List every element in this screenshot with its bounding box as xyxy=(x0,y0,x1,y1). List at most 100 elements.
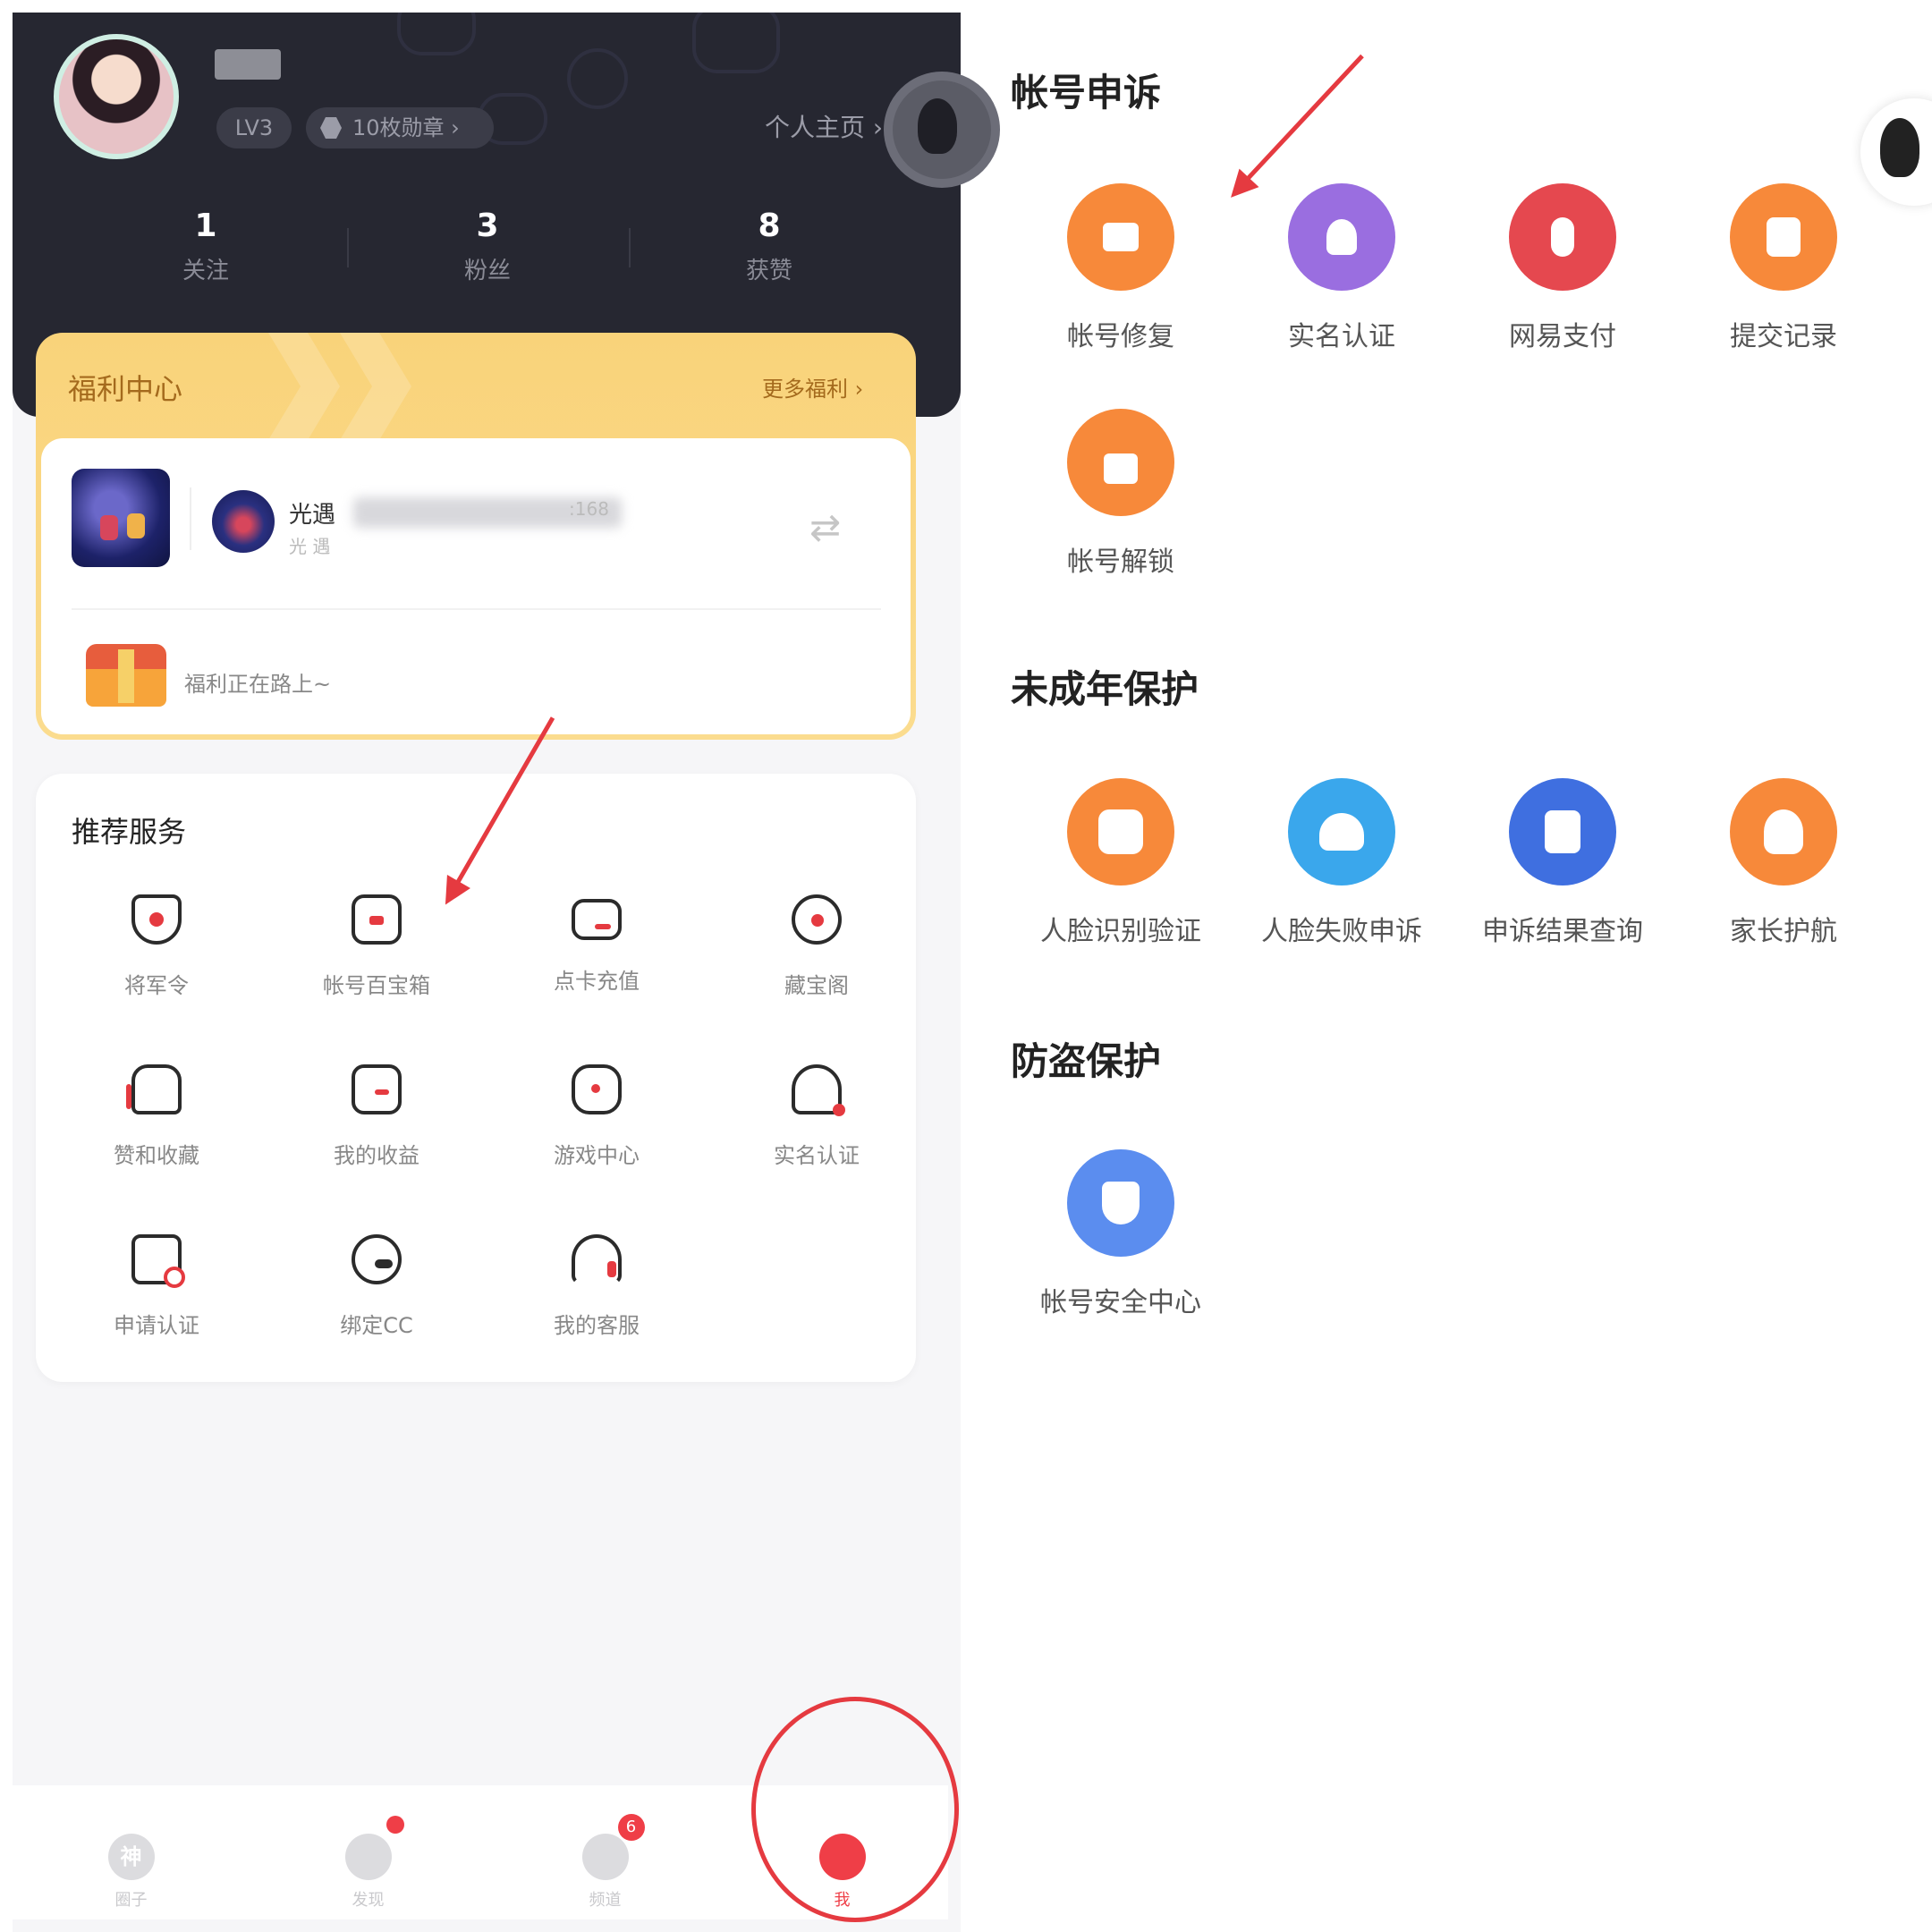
medals-badge[interactable]: 10枚勋章 › xyxy=(306,107,494,148)
service-label: 赞和收藏 xyxy=(114,1143,199,1168)
service-account-toolbox[interactable]: 帐号百宝箱 xyxy=(267,894,487,999)
stat-label: 关注 xyxy=(182,258,229,284)
channel-tab-icon: 6 xyxy=(581,1814,645,1880)
tab-channel[interactable]: 6 频道 xyxy=(487,1814,724,1911)
highlight-circle-annotation xyxy=(751,1697,959,1922)
personal-homepage-link[interactable]: 个人主页 › xyxy=(765,107,883,148)
medal-icon xyxy=(320,117,342,139)
section-title-account-appeal: 帐号申诉 xyxy=(1011,71,1162,114)
treasure-box-icon xyxy=(352,894,402,945)
service-label: 将军令 xyxy=(124,973,189,998)
service-label: 绑定CC xyxy=(340,1313,413,1338)
welfare-status-text: 福利正在路上~ xyxy=(184,672,332,697)
real-name-icon xyxy=(1288,183,1395,291)
services-title: 推荐服务 xyxy=(72,815,187,849)
account-unlock-icon xyxy=(1067,409,1174,516)
item-face-verify[interactable]: 人脸识别验证 xyxy=(1009,778,1233,948)
username-blurred xyxy=(215,49,281,80)
apply-verify-icon xyxy=(131,1234,185,1288)
item-face-fail-appeal[interactable]: 人脸失败申诉 xyxy=(1230,778,1453,948)
item-label: 帐号解锁 xyxy=(1067,547,1174,578)
item-account-repair[interactable]: 帐号修复 xyxy=(1009,183,1233,353)
item-real-name[interactable]: 实名认证 xyxy=(1230,183,1453,353)
circle-tab-icon: 神 xyxy=(107,1834,155,1880)
service-treasure-pavilion[interactable]: 藏宝阁 xyxy=(707,894,927,999)
stat-following[interactable]: 1 关注 xyxy=(116,208,295,285)
thumbs-up-icon xyxy=(126,1064,182,1114)
stat-value: 1 xyxy=(194,208,217,244)
medals-count: 10枚勋章 xyxy=(352,115,445,140)
item-label: 网易支付 xyxy=(1509,321,1616,352)
decor-chevron xyxy=(340,333,411,440)
character-subtitle: 光 遇 xyxy=(289,536,331,557)
welfare-separator xyxy=(72,608,881,610)
stat-value: 3 xyxy=(476,208,499,244)
service-customer-support[interactable]: 我的客服 xyxy=(487,1234,707,1339)
treasure-pavilion-icon xyxy=(792,894,842,945)
character-id: :168 xyxy=(569,498,609,520)
item-label: 人脸失败申诉 xyxy=(1261,916,1422,947)
channel-badge: 6 xyxy=(617,1814,645,1841)
stat-label: 粉丝 xyxy=(463,258,511,284)
item-parent-guard[interactable]: 家长护航 xyxy=(1672,778,1895,948)
user-avatar[interactable] xyxy=(54,34,179,159)
item-label: 提交记录 xyxy=(1730,321,1837,352)
account-repair-icon xyxy=(1067,183,1174,291)
tab-label: 圈子 xyxy=(114,1891,148,1910)
service-likes-favorites[interactable]: 赞和收藏 xyxy=(47,1064,267,1169)
service-label: 我的客服 xyxy=(554,1313,640,1338)
more-welfare-label: 更多福利 xyxy=(762,377,848,402)
section-title-minor-protection: 未成年保护 xyxy=(1011,667,1199,711)
item-submit-record[interactable]: 提交记录 xyxy=(1672,183,1895,353)
level-badge: LV3 xyxy=(216,107,292,148)
stat-fans[interactable]: 3 粉丝 xyxy=(398,208,577,285)
cc-bind-icon xyxy=(352,1234,402,1284)
service-general-order[interactable]: 将军令 xyxy=(47,894,267,999)
result-search-icon xyxy=(1509,778,1616,886)
service-game-center[interactable]: 游戏中心 xyxy=(487,1064,707,1169)
item-label: 人脸识别验证 xyxy=(1040,916,1201,947)
section-title-anti-theft: 防盗保护 xyxy=(1011,1039,1162,1083)
service-label: 申请认证 xyxy=(114,1313,199,1338)
sky-game-icon[interactable] xyxy=(72,469,170,567)
service-my-earnings[interactable]: 我的收益 xyxy=(267,1064,487,1169)
game-icon-figure xyxy=(127,513,145,538)
item-netease-pay[interactable]: 网易支付 xyxy=(1451,183,1674,353)
headset-support-icon xyxy=(1288,778,1395,886)
game-icon-figure xyxy=(100,515,118,540)
swap-icon[interactable]: ⇄ xyxy=(809,505,841,549)
service-apply-verify[interactable]: 申请认证 xyxy=(47,1234,267,1339)
tab-label: 频道 xyxy=(589,1891,622,1910)
service-label: 我的收益 xyxy=(334,1143,419,1168)
netease-pay-icon xyxy=(1509,183,1616,291)
stat-divider xyxy=(629,228,631,267)
homepage-label: 个人主页 xyxy=(765,113,866,142)
service-label: 游戏中心 xyxy=(554,1143,640,1168)
item-label: 实名认证 xyxy=(1288,321,1395,352)
item-label: 帐号修复 xyxy=(1067,321,1174,352)
stat-likes[interactable]: 8 获赞 xyxy=(680,208,859,285)
item-security-center[interactable]: 帐号安全中心 xyxy=(1009,1149,1233,1319)
tab-discover[interactable]: 发现 xyxy=(250,1816,487,1911)
character-avatar xyxy=(212,490,275,553)
character-name: 光遇 xyxy=(289,502,336,529)
item-label: 家长护航 xyxy=(1730,916,1837,947)
item-label: 申诉结果查询 xyxy=(1482,916,1643,947)
red-arrow-annotation xyxy=(1232,54,1364,195)
qq-mascot-icon[interactable] xyxy=(884,72,1000,188)
service-bind-cc[interactable]: 绑定CC xyxy=(267,1234,487,1339)
tab-label: 发现 xyxy=(352,1891,385,1910)
treasure-chest-icon xyxy=(86,644,166,707)
card-icon xyxy=(572,899,622,940)
welfare-title: 福利中心 xyxy=(68,372,183,406)
item-label: 帐号安全中心 xyxy=(1040,1287,1201,1318)
item-account-unlock[interactable]: 帐号解锁 xyxy=(1009,409,1233,579)
tab-circle[interactable]: 神 圈子 xyxy=(13,1834,250,1911)
headset-icon xyxy=(572,1234,622,1284)
more-welfare-link[interactable]: 更多福利 › xyxy=(762,371,863,402)
service-card-recharge[interactable]: 点卡充值 xyxy=(487,894,707,995)
item-result-query[interactable]: 申诉结果查询 xyxy=(1451,778,1674,948)
stat-label: 获赞 xyxy=(745,258,792,284)
service-label: 实名认证 xyxy=(774,1143,860,1168)
service-real-name[interactable]: 实名认证 xyxy=(707,1064,927,1169)
